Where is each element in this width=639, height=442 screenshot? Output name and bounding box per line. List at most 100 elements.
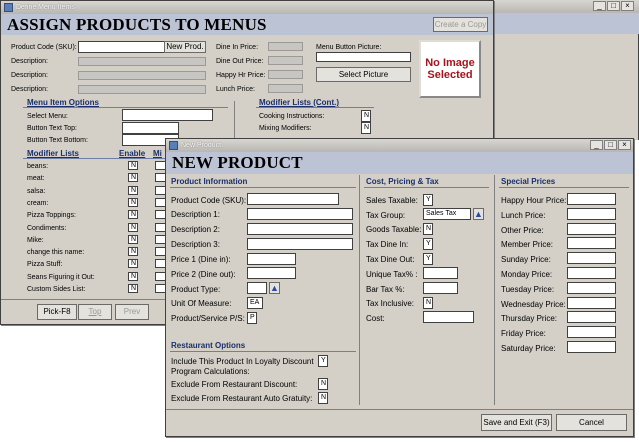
top-button[interactable]: Top bbox=[78, 304, 112, 320]
price-1-input[interactable] bbox=[247, 253, 296, 265]
modifier-item-enable-field[interactable]: N bbox=[128, 259, 138, 269]
special-price-input[interactable] bbox=[567, 341, 616, 353]
loyalty-label-line2: Program Calculations: bbox=[171, 367, 250, 376]
cost-pricing-tax-heading: Cost, Pricing & Tax bbox=[366, 177, 439, 186]
product-type-label: Product Type: bbox=[171, 285, 221, 294]
modifier-item-label: salsa: bbox=[27, 187, 46, 195]
dine-out-price-label: Dine Out Price: bbox=[216, 58, 264, 65]
happy-hr-price-label: Happy Hr Price: bbox=[216, 72, 266, 79]
pick-f8-button[interactable]: Pick-F8 bbox=[37, 304, 77, 320]
modifier-item-enable-field[interactable]: N bbox=[128, 173, 138, 183]
minimize-icon[interactable]: _ bbox=[590, 140, 603, 150]
special-price-input[interactable] bbox=[567, 252, 616, 265]
sales-taxable-input[interactable]: Y bbox=[423, 194, 433, 206]
app-icon bbox=[169, 141, 178, 150]
modifier-item-enable-field[interactable]: N bbox=[128, 197, 138, 207]
special-price-label: Other Price: bbox=[501, 225, 544, 235]
button-text-top-input[interactable] bbox=[122, 122, 179, 134]
special-price-input[interactable] bbox=[567, 222, 616, 235]
modifier-item-enable-field[interactable]: N bbox=[128, 271, 138, 281]
mixing-modifiers-field[interactable]: N bbox=[361, 122, 371, 134]
cooking-instructions-label: Cooking Instructions: bbox=[259, 113, 325, 120]
modifier-item-enable-field[interactable]: N bbox=[128, 222, 138, 232]
description-1-input[interactable] bbox=[247, 208, 353, 220]
loyalty-input[interactable]: Y bbox=[318, 355, 328, 367]
select-menu-input[interactable] bbox=[122, 109, 213, 121]
special-price-input[interactable] bbox=[567, 296, 616, 309]
product-code-input[interactable] bbox=[247, 193, 339, 205]
special-price-label: Happy Hour Price: bbox=[501, 196, 567, 205]
maximize-icon[interactable]: □ bbox=[607, 1, 620, 11]
modifier-item-enable-field[interactable]: N bbox=[128, 234, 138, 244]
special-price-label: Thursday Price: bbox=[501, 314, 558, 324]
cooking-instructions-field[interactable]: N bbox=[361, 110, 371, 122]
save-and-exit-button[interactable]: Save and Exit (F3) bbox=[481, 414, 552, 431]
modifier-item-enable-field[interactable]: N bbox=[128, 247, 138, 257]
tax-group-lookup-icon[interactable]: ▲ bbox=[473, 208, 484, 220]
back-vertical-divider bbox=[234, 101, 235, 139]
back-header-strip-right bbox=[494, 13, 639, 34]
exclude-discount-input[interactable]: N bbox=[318, 378, 328, 390]
description-3-input[interactable] bbox=[247, 238, 353, 250]
special-price-input[interactable] bbox=[567, 326, 616, 339]
special-price-input[interactable] bbox=[567, 207, 616, 220]
special-price-input[interactable] bbox=[567, 311, 616, 324]
menu-item-options-rule bbox=[23, 107, 228, 108]
tax-dine-out-input[interactable]: Y bbox=[423, 253, 433, 265]
no-image-panel[interactable]: No Image Selected bbox=[419, 40, 481, 98]
cost-input[interactable] bbox=[423, 311, 474, 323]
menu-button-picture-field[interactable] bbox=[316, 52, 411, 62]
tax-group-input[interactable]: Sales Tax bbox=[423, 208, 471, 220]
product-code-input[interactable] bbox=[78, 41, 168, 53]
exclude-discount-label: Exclude From Restaurant Discount: bbox=[171, 380, 298, 389]
product-code-label: Product Code (SKU): bbox=[11, 44, 77, 51]
bar-tax-input[interactable] bbox=[423, 282, 458, 294]
description-2-input[interactable] bbox=[247, 223, 353, 235]
special-price-input[interactable] bbox=[567, 193, 616, 205]
product-type-lookup-icon[interactable]: ▲ bbox=[269, 282, 280, 294]
modifier-item-enable-field[interactable]: N bbox=[128, 161, 138, 170]
cost-label: Cost: bbox=[366, 314, 385, 323]
description-2-label: Description 2: bbox=[171, 225, 220, 234]
select-picture-button[interactable]: Select Picture bbox=[316, 67, 411, 82]
description-label-1: Description: bbox=[11, 58, 48, 65]
lunch-price-label: Lunch Price: bbox=[216, 86, 255, 93]
minimize-icon[interactable]: _ bbox=[593, 1, 606, 11]
front-header: NEW PRODUCT bbox=[166, 152, 633, 174]
unit-of-measure-input[interactable]: EA bbox=[247, 297, 263, 309]
exclude-gratuity-input[interactable]: N bbox=[318, 392, 328, 404]
modifier-item-enable-field[interactable]: N bbox=[128, 185, 138, 195]
special-price-label: Sunday Price: bbox=[501, 255, 551, 265]
modifier-item-enable-field[interactable]: N bbox=[128, 284, 138, 293]
maximize-icon[interactable]: □ bbox=[604, 140, 617, 150]
modifier-item-label: Mike: bbox=[27, 236, 44, 244]
special-price-label: Monday Price: bbox=[501, 270, 553, 279]
modifier-item-label: Pizza Stuff: bbox=[27, 261, 63, 269]
close-icon[interactable]: × bbox=[618, 140, 631, 150]
cancel-button[interactable]: Cancel bbox=[556, 414, 627, 431]
unique-tax-input[interactable] bbox=[423, 267, 458, 279]
price-2-input[interactable] bbox=[247, 267, 296, 279]
front-window-title: New Product bbox=[181, 142, 222, 149]
tax-dine-in-input[interactable]: Y bbox=[423, 238, 433, 250]
special-price-input[interactable] bbox=[567, 237, 616, 250]
modifier-item-enable-field[interactable]: N bbox=[128, 210, 138, 220]
button-text-top-label: Button Text Top: bbox=[27, 125, 77, 132]
product-type-input[interactable] bbox=[247, 282, 267, 294]
create-copy-button[interactable]: Create a Copy bbox=[433, 17, 488, 32]
product-service-input[interactable]: P bbox=[247, 312, 257, 324]
close-icon[interactable]: × bbox=[621, 1, 634, 11]
product-code-label: Product Code (SKU): bbox=[171, 196, 247, 205]
special-price-input[interactable] bbox=[567, 281, 616, 294]
prev-button[interactable]: Prev bbox=[115, 304, 149, 320]
goods-taxable-input[interactable]: N bbox=[423, 223, 433, 235]
description-label-3: Description: bbox=[11, 86, 48, 93]
description-3-label: Description 3: bbox=[171, 240, 220, 249]
modifier-item-label: meat: bbox=[27, 175, 45, 183]
no-image-text: No Image Selected bbox=[425, 57, 475, 81]
tax-inclusive-input[interactable]: N bbox=[423, 297, 433, 309]
description-label-2: Description: bbox=[11, 72, 48, 79]
new-prod-button[interactable]: New Prod. bbox=[164, 41, 206, 53]
button-text-bottom-label: Button Text Bottom: bbox=[27, 137, 88, 144]
special-price-input[interactable] bbox=[567, 267, 616, 279]
